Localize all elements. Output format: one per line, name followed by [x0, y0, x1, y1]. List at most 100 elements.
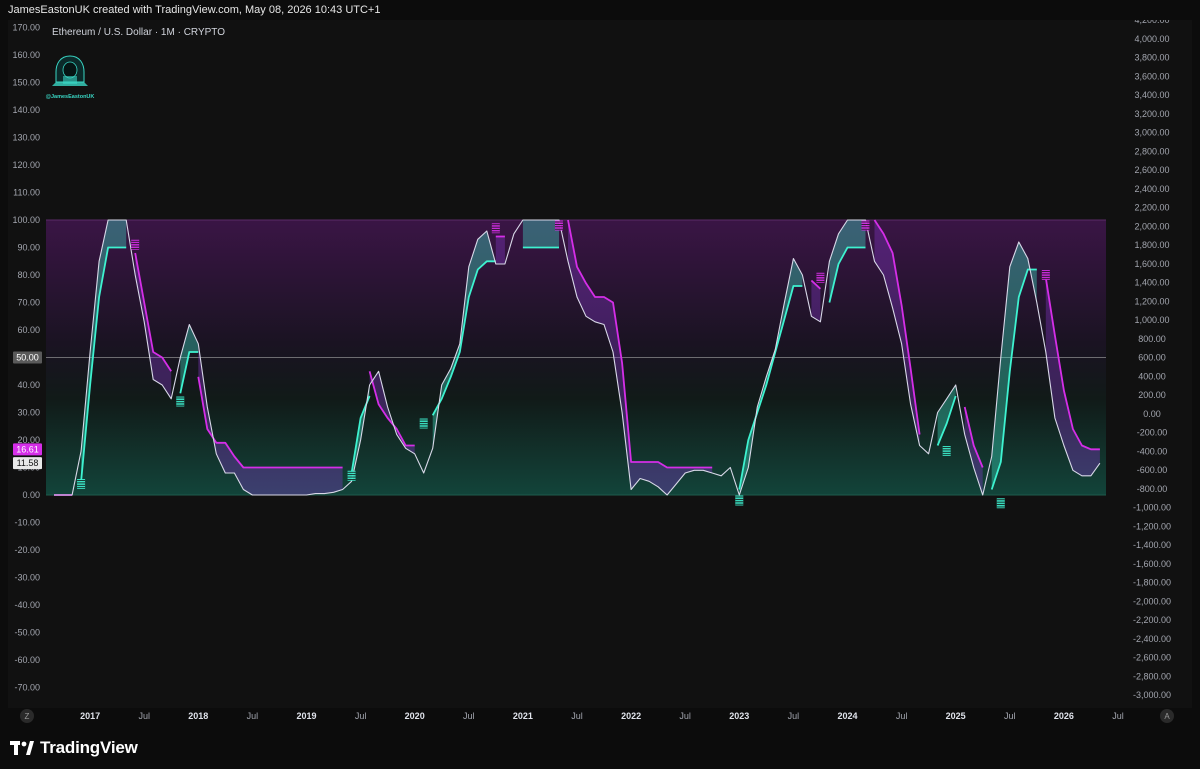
right-axis-tick-label: 1,600.00 [1134, 259, 1169, 269]
right-axis-tick-label: 1,800.00 [1134, 240, 1169, 250]
tradingview-logo-icon [10, 741, 34, 755]
svg-text:Z: Z [25, 712, 30, 721]
left-axis-tick-label: 70.00 [17, 298, 40, 308]
signal-down-marker [816, 272, 825, 283]
left-axis-tick-label: -70.00 [14, 683, 40, 693]
x-axis-tick-label: Jul [788, 711, 800, 721]
x-axis-tick-label: Jul [138, 711, 150, 721]
right-axis-tick-label: 0.00 [1143, 409, 1161, 419]
tradingview-logo[interactable]: TradingView [10, 738, 138, 758]
fill-magenta-zone [495, 236, 505, 264]
scale-button-left[interactable]: Z [20, 709, 34, 723]
value-badge-label: 11.58 [17, 458, 39, 468]
signal-down-marker [861, 220, 870, 231]
left-axis-tick-label: 150.00 [12, 78, 40, 88]
signal-down-marker [131, 239, 140, 250]
footer: TradingView [0, 728, 1200, 769]
x-axis-tick-label: Jul [355, 711, 367, 721]
signal-up-marker [996, 498, 1005, 509]
signal-down-marker [1041, 270, 1050, 280]
signal-up-marker [347, 470, 356, 481]
tradingview-brand: TradingView [40, 738, 138, 757]
right-axis-tick-label: 1,200.00 [1134, 296, 1169, 306]
left-axis-tick-label: 160.00 [12, 50, 40, 60]
left-axis-tick-label: 90.00 [17, 243, 40, 253]
right-axis-tick-label: 3,000.00 [1134, 128, 1169, 138]
right-axis-tick-label: -2,000.00 [1133, 596, 1171, 606]
signal-up-marker [176, 396, 185, 407]
left-axis-tick-label: -40.00 [14, 600, 40, 610]
x-axis-tick-label: Jul [896, 711, 908, 721]
signal-up-marker [419, 418, 428, 429]
attribution-text: JamesEastonUK created with TradingView.c… [8, 4, 381, 16]
left-axis-tick-label: -30.00 [14, 573, 40, 583]
right-axis-tick-label: -2,400.00 [1133, 634, 1171, 644]
right-axis-tick-label: 3,200.00 [1134, 109, 1169, 119]
signal-up-marker [942, 446, 951, 456]
right-axis-tick-label: 1,000.00 [1134, 315, 1169, 325]
left-axis-tick-label: -10.00 [14, 518, 40, 528]
left-axis-tick-label: 100.00 [12, 215, 40, 225]
signal-up-marker [77, 479, 86, 489]
x-axis-tick-label: Jul [679, 711, 691, 721]
right-axis-tick-label: 1,400.00 [1134, 278, 1169, 288]
right-axis-tick-label: 2,800.00 [1134, 146, 1169, 156]
x-axis-tick-label: Jul [1112, 711, 1124, 721]
signal-up-marker [735, 495, 744, 506]
x-axis-tick-label: 2020 [405, 711, 425, 721]
x-axis-tick-label: 2024 [837, 711, 857, 721]
right-axis-tick-label: -2,800.00 [1133, 671, 1171, 681]
x-axis-tick-label: 2018 [188, 711, 208, 721]
left-axis-tick-label: 140.00 [12, 105, 40, 115]
attribution-bar: JamesEastonUK created with TradingView.c… [0, 0, 1200, 20]
right-axis-tick-label: 3,400.00 [1134, 90, 1169, 100]
value-badge-magenta: 16.61 [13, 443, 42, 456]
x-axis-tick-label: 2017 [80, 711, 100, 721]
x-axis-tick-label: 2021 [513, 711, 533, 721]
scale-button-right[interactable]: A [1160, 709, 1174, 723]
chart[interactable]: 170.00 160.00 150.00 140.00 130.00 120.00 110.… [0, 20, 1200, 728]
svg-text:A: A [1164, 712, 1170, 721]
x-axis-tick-label: 2025 [946, 711, 966, 721]
left-axis-tick-label: 170.00 [12, 23, 40, 33]
right-axis-tick-label: 800.00 [1138, 334, 1166, 344]
right-axis-tick-label: 4,200.00 [1134, 20, 1169, 25]
right-axis-tick-label: -800.00 [1137, 484, 1168, 494]
right-axis-tick-label: -1,800.00 [1133, 578, 1171, 588]
right-axis-tick-label: 4,000.00 [1134, 34, 1169, 44]
right-axis-tick-label: -1,400.00 [1133, 540, 1171, 550]
right-axis-tick-label: -200.00 [1137, 428, 1168, 438]
value-badge-mid: 50.00 [13, 351, 42, 364]
right-axis-tick-label: 200.00 [1138, 390, 1166, 400]
right-axis-tick-label: 2,600.00 [1134, 165, 1169, 175]
right-axis-tick-label: -1,600.00 [1133, 559, 1171, 569]
value-badge-white: 11.58 [13, 457, 42, 470]
right-axis-tick-label: 2,400.00 [1134, 184, 1169, 194]
right-axis-tick-label: -400.00 [1137, 446, 1168, 456]
left-axis-tick-label: -60.00 [14, 655, 40, 665]
x-axis-tick-label: 2019 [296, 711, 316, 721]
left-axis-tick-label: 120.00 [12, 160, 40, 170]
left-axis-tick-label: 0.00 [22, 490, 40, 500]
x-axis-tick-label: Jul [1004, 711, 1016, 721]
right-axis-tick-label: -2,600.00 [1133, 653, 1171, 663]
left-axis-tick-label: 40.00 [17, 380, 40, 390]
right-axis-tick-label: -3,000.00 [1133, 690, 1171, 700]
left-axis-tick-label: 110.00 [13, 188, 40, 198]
left-axis-tick-label: -20.00 [14, 545, 40, 555]
value-badge-label: 16.61 [16, 444, 39, 454]
right-axis-tick-label: 600.00 [1138, 353, 1166, 363]
left-axis-tick-label: 60.00 [17, 325, 40, 335]
x-axis-tick-label: Jul [463, 711, 475, 721]
x-axis-tick-label: Jul [571, 711, 583, 721]
right-axis-tick-label: 2,000.00 [1134, 221, 1169, 231]
value-badge-label: 50.00 [16, 353, 39, 363]
left-axis-tick-label: 130.00 [12, 133, 40, 143]
x-axis-tick-label: 2022 [621, 711, 641, 721]
signal-down-marker [491, 223, 500, 234]
right-axis-tick-label: -2,200.00 [1133, 615, 1171, 625]
left-axis-tick-label: 80.00 [17, 270, 40, 280]
signal-down-marker [554, 220, 563, 231]
x-axis-tick-label: 2023 [729, 711, 749, 721]
right-axis-tick-label: 3,600.00 [1134, 71, 1169, 81]
